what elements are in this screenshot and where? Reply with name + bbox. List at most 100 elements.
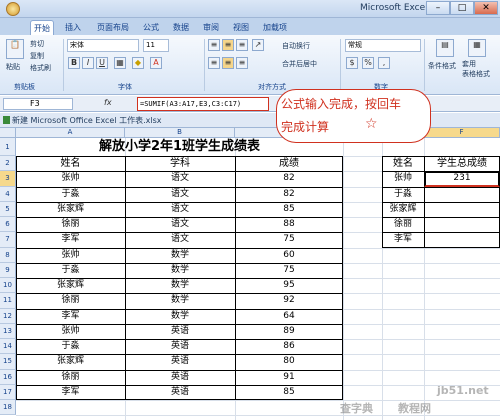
table-cell[interactable]: 95 [235,278,343,293]
summary-name[interactable]: 张家辉 [382,202,424,217]
summary-total[interactable] [424,232,500,247]
summary-name[interactable]: 张帅 [382,171,424,186]
table-cell[interactable]: 于淼 [16,187,125,202]
row-header-11[interactable]: 11 [0,293,16,309]
tab-view[interactable]: 视图 [230,20,252,35]
orientation-icon[interactable]: ↗ [252,39,264,51]
table-cell[interactable]: 80 [235,354,343,369]
fill-color-icon[interactable]: ◆ [132,57,144,69]
comma-icon[interactable]: , [378,57,390,69]
office-button[interactable] [6,2,20,16]
row-header-1[interactable]: 1 [0,138,16,156]
table-cell[interactable]: 英语 [125,370,235,385]
table-cell[interactable]: 数学 [125,309,235,324]
row-header-16[interactable]: 16 [0,369,16,385]
cut-button[interactable]: 剪切 [30,39,44,49]
table-cell[interactable]: 75 [235,232,343,247]
row-header-8[interactable]: 8 [0,247,16,263]
tab-addins[interactable]: 加载项 [260,20,290,35]
close-button[interactable]: ✕ [474,1,498,15]
summary-total[interactable] [424,217,500,232]
table-cell[interactable]: 于淼 [16,339,125,354]
table-cell[interactable]: 数学 [125,248,235,263]
table-cell[interactable]: 89 [235,324,343,339]
tab-data[interactable]: 数据 [170,20,192,35]
maximize-button[interactable]: □ [450,1,474,15]
row-header-7[interactable]: 7 [0,232,16,248]
table-cell[interactable]: 86 [235,339,343,354]
table-cell[interactable]: 张家辉 [16,202,125,217]
align-middle-icon[interactable]: ≡ [222,39,234,51]
align-left-icon[interactable]: ≡ [208,57,220,69]
table-cell[interactable]: 李军 [16,385,125,400]
row-header-10[interactable]: 10 [0,278,16,294]
table-cell[interactable]: 82 [235,171,343,186]
table-cell[interactable]: 英语 [125,385,235,400]
table-cell[interactable]: 语文 [125,217,235,232]
number-format-select[interactable]: 常规 [345,39,421,52]
summary-name[interactable]: 李军 [382,232,424,247]
row-header-5[interactable]: 5 [0,201,16,217]
tab-formulas[interactable]: 公式 [140,20,162,35]
table-cell[interactable]: 语文 [125,232,235,247]
table-cell[interactable]: 数学 [125,263,235,278]
select-all-corner[interactable] [0,128,16,138]
table-cell[interactable]: 英语 [125,339,235,354]
summary-name[interactable]: 于淼 [382,187,424,202]
row-header-17[interactable]: 17 [0,384,16,400]
border-icon[interactable]: ▦ [114,57,126,69]
font-name-select[interactable]: 宋体 [67,39,139,52]
row-header-18[interactable]: 18 [0,400,16,416]
copy-button[interactable]: 复制 [30,51,44,61]
table-cell[interactable]: 82 [235,187,343,202]
table-cell[interactable]: 92 [235,293,343,308]
table-format-button[interactable]: 套用 表格格式 [462,59,490,79]
row-header-15[interactable]: 15 [0,354,16,370]
summary-name[interactable]: 徐丽 [382,217,424,232]
tab-review[interactable]: 审阅 [200,20,222,35]
tab-page-layout[interactable]: 页面布局 [94,20,132,35]
table-cell[interactable]: 数学 [125,293,235,308]
wrap-text-button[interactable]: 自动换行 [282,41,310,51]
row-header-12[interactable]: 12 [0,308,16,324]
summary-total[interactable] [424,187,500,202]
table-cell[interactable]: 60 [235,248,343,263]
italic-icon[interactable]: I [82,57,94,69]
table-cell[interactable]: 75 [235,263,343,278]
table-cell[interactable]: 英语 [125,324,235,339]
percent-icon[interactable]: % [362,57,374,69]
align-center-icon[interactable]: ≡ [222,57,234,69]
table-cell[interactable]: 英语 [125,354,235,369]
currency-icon[interactable]: $ [346,57,358,69]
minimize-button[interactable]: – [426,1,450,15]
row-header-2[interactable]: 2 [0,156,16,172]
table-cell[interactable]: 张帅 [16,171,125,186]
row-header-6[interactable]: 6 [0,217,16,233]
row-header-4[interactable]: 4 [0,186,16,202]
row-header-13[interactable]: 13 [0,323,16,339]
bold-icon[interactable]: B [68,57,80,69]
table-cell[interactable]: 张家辉 [16,278,125,293]
table-cell[interactable]: 85 [235,385,343,400]
merge-center-button[interactable]: 合并后居中 [282,59,317,69]
table-cell[interactable]: 于淼 [16,263,125,278]
table-cell[interactable]: 张家辉 [16,354,125,369]
tab-insert[interactable]: 插入 [62,20,84,35]
align-top-icon[interactable]: ≡ [208,39,220,51]
underline-icon[interactable]: U [96,57,108,69]
font-color-icon[interactable]: A [150,57,162,69]
table-cell[interactable]: 语文 [125,187,235,202]
table-cell[interactable]: 李军 [16,232,125,247]
table-cell[interactable]: 数学 [125,278,235,293]
row-header-3[interactable]: 3 [0,171,16,187]
table-cell[interactable]: 徐丽 [16,217,125,232]
align-bottom-icon[interactable]: ≡ [236,39,248,51]
table-cell[interactable]: 徐丽 [16,293,125,308]
name-box[interactable]: F3 [3,98,73,110]
font-size-select[interactable]: 11 [143,39,169,52]
table-cell[interactable]: 张帅 [16,248,125,263]
conditional-format-button[interactable]: 条件格式 [428,61,456,71]
table-cell[interactable]: 88 [235,217,343,232]
tab-home[interactable]: 开始 [30,20,54,35]
format-painter-button[interactable]: 格式刷 [30,63,51,73]
